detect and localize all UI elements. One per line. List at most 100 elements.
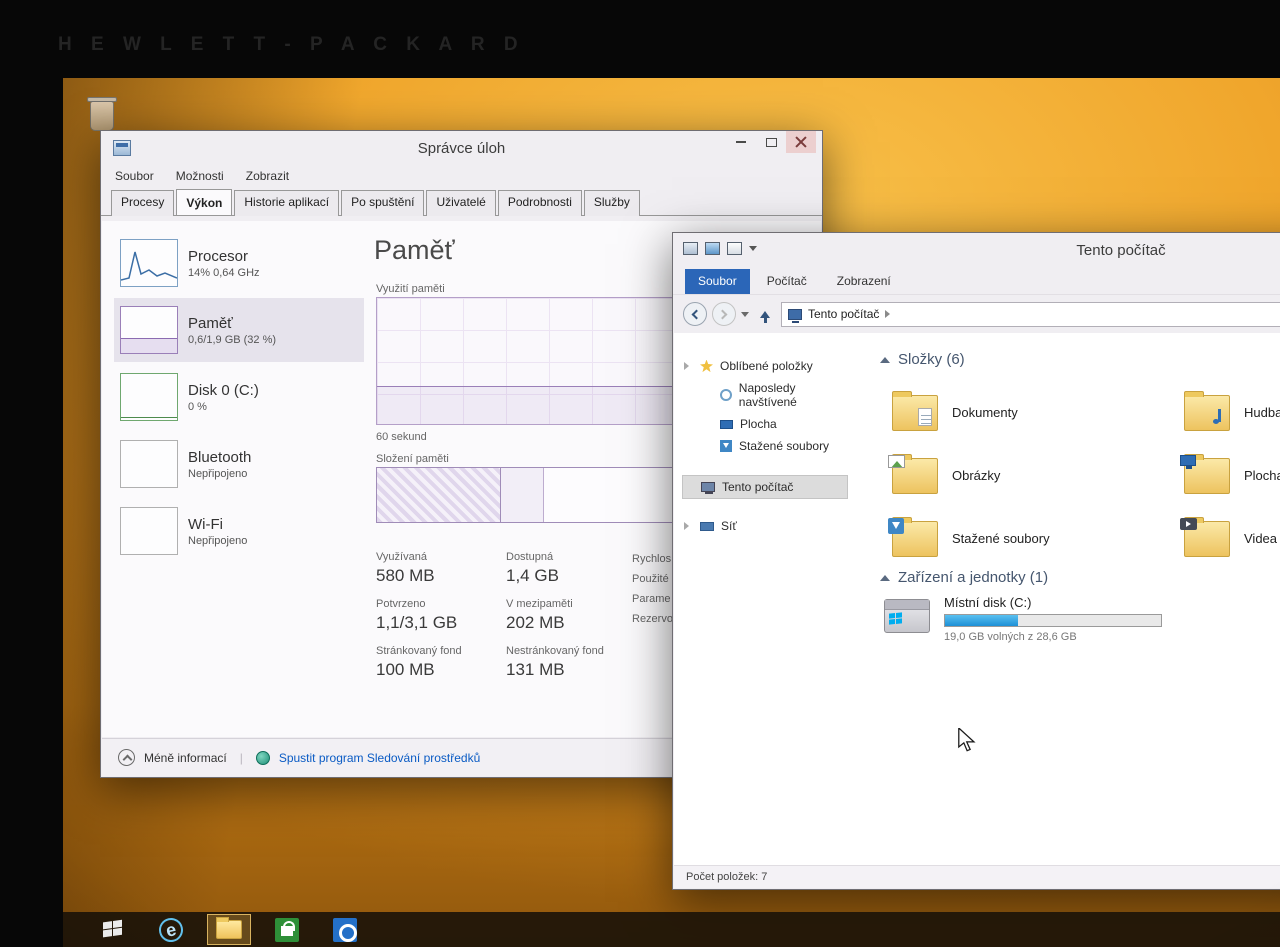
explorer-title: Tento počítač <box>1076 242 1165 259</box>
qat-dropdown-icon[interactable] <box>749 246 757 251</box>
open-resource-monitor-link[interactable]: Spustit program Sledování prostředků <box>279 751 480 765</box>
nav-item-this-pc[interactable]: Tento počítač <box>682 475 848 499</box>
ribbon-tab-soubor[interactable]: Soubor <box>685 269 750 294</box>
menu-zobrazit[interactable]: Zobrazit <box>246 169 289 183</box>
status-bar: Počet položek: 7 <box>674 865 1280 888</box>
nav-label: Síť <box>721 519 737 533</box>
nav-item-recent[interactable]: Naposledy navštívené <box>674 377 854 413</box>
downloads-icon <box>720 440 732 452</box>
maximize-button[interactable] <box>756 131 786 153</box>
desktop-overlay-icon <box>1180 455 1196 466</box>
download-overlay-icon <box>888 518 904 534</box>
memory-stats-grid: Využívaná580 MB Dostupná1,4 GB Potvrzeno… <box>376 551 656 680</box>
qat-new-folder-icon[interactable] <box>727 242 742 255</box>
sidebar-item-detail: Nepřipojeno <box>188 535 247 547</box>
nav-label: Tento počítač <box>722 480 793 494</box>
taskbar-item-store[interactable] <box>265 914 309 945</box>
taskbar-item-file-explorer[interactable] <box>207 914 251 945</box>
internet-explorer-icon: e <box>157 915 185 943</box>
group-header-label: Zařízení a jednotky (1) <box>898 569 1048 586</box>
memory-graph-thumbnail <box>120 306 178 354</box>
folder-icon-videos <box>1184 521 1230 557</box>
recycle-bin-icon[interactable] <box>87 93 117 133</box>
footer-divider: | <box>240 751 243 765</box>
taskbar: e <box>63 912 1280 947</box>
hw-label: Rezervo <box>632 613 673 633</box>
explorer-titlebar[interactable]: Tento počítač <box>673 233 1280 269</box>
drive-name: Místní disk (C:) <box>944 595 1162 610</box>
nav-favorites-header[interactable]: Oblíbené položky <box>674 355 854 377</box>
tab-procesy[interactable]: Procesy <box>111 190 174 216</box>
tab-sluzby[interactable]: Služby <box>584 190 640 216</box>
back-icon <box>692 309 702 319</box>
ribbon-tab-zobrazeni[interactable]: Zobrazení <box>824 269 904 294</box>
folder-icon-desktop <box>1184 458 1230 494</box>
sidebar-item-procesor[interactable]: Procesor 14% 0,64 GHz <box>114 231 364 295</box>
hw-label: Rychlos <box>632 553 673 573</box>
tab-podrobnosti[interactable]: Podrobnosti <box>498 190 582 216</box>
tab-historie-aplikaci[interactable]: Historie aplikací <box>234 190 339 216</box>
address-toolbar: Tento počítač <box>673 295 1280 333</box>
nav-label: Oblíbené položky <box>720 359 813 373</box>
performance-sidebar: Procesor 14% 0,64 GHz Paměť 0,6/1,9 GB (… <box>114 231 364 566</box>
collapse-chevron-icon[interactable] <box>118 749 135 766</box>
network-icon <box>700 522 714 531</box>
tab-uzivatele[interactable]: Uživatelé <box>426 190 495 216</box>
collapse-triangle-icon <box>880 575 890 581</box>
menu-soubor[interactable]: Soubor <box>115 169 154 183</box>
folder-item-hudba[interactable]: Hudba <box>1184 381 1280 444</box>
wifi-graph-thumbnail <box>120 507 178 555</box>
close-button[interactable] <box>786 131 816 153</box>
sidebar-item-detail: 0 % <box>188 401 259 413</box>
address-bar[interactable]: Tento počítač <box>781 302 1280 327</box>
memory-composition-label: Složení paměti <box>376 453 449 465</box>
sidebar-item-pamet[interactable]: Paměť 0,6/1,9 GB (32 %) <box>114 298 364 362</box>
recent-places-icon <box>720 389 732 401</box>
up-button[interactable] <box>754 303 776 325</box>
sidebar-item-wifi[interactable]: Wi-Fi Nepřipojeno <box>114 499 364 563</box>
nav-item-network[interactable]: Síť <box>674 515 854 537</box>
expand-triangle-icon <box>684 362 689 370</box>
folder-label: Videa <box>1244 531 1277 546</box>
disk-graph-thumbnail <box>120 373 178 421</box>
ribbon-tab-pocitac[interactable]: Počítač <box>754 269 820 294</box>
folders-group-header[interactable]: Složky (6) <box>880 351 965 368</box>
qat-properties-icon[interactable] <box>705 242 720 255</box>
file-explorer-icon <box>216 920 242 939</box>
taskbar-item-internet-explorer[interactable]: e <box>149 914 193 945</box>
nav-item-desktop[interactable]: Plocha <box>674 413 854 435</box>
address-chevron-icon[interactable] <box>885 310 890 318</box>
folder-item-dokumenty[interactable]: Dokumenty <box>892 381 1184 444</box>
taskbar-item-photos[interactable] <box>323 914 367 945</box>
minimize-button[interactable] <box>726 131 756 153</box>
sidebar-item-disk[interactable]: Disk 0 (C:) 0 % <box>114 365 364 429</box>
folder-item-plocha[interactable]: Plocha <box>1184 444 1280 507</box>
history-dropdown-icon[interactable] <box>741 312 749 317</box>
hard-drive-icon <box>884 599 930 633</box>
folder-icon-pictures <box>892 458 938 494</box>
desktop-icon <box>720 420 733 429</box>
menu-moznosti[interactable]: Možnosti <box>176 169 224 183</box>
sidebar-item-bluetooth[interactable]: Bluetooth Nepřipojeno <box>114 432 364 496</box>
less-info-button[interactable]: Méně informací <box>144 751 227 765</box>
forward-button[interactable] <box>712 302 736 326</box>
group-header-label: Složky (6) <box>898 351 965 368</box>
folder-item-videa[interactable]: Videa <box>1184 507 1280 570</box>
drive-free-space: 19,0 GB volných z 28,6 GB <box>944 631 1162 643</box>
tab-po-spusteni[interactable]: Po spuštění <box>341 190 424 216</box>
address-computer-icon <box>788 309 802 320</box>
stat-value: 580 MB <box>376 566 506 586</box>
devices-group-header[interactable]: Zařízení a jednotky (1) <box>880 569 1048 586</box>
cpu-graph-thumbnail <box>120 239 178 287</box>
drive-item-c[interactable]: Místní disk (C:) 19,0 GB volných z 28,6 … <box>884 595 1162 643</box>
folder-item-obrazky[interactable]: Obrázky <box>892 444 1184 507</box>
task-manager-titlebar[interactable]: Správce úloh <box>101 131 822 167</box>
start-button[interactable] <box>91 914 135 945</box>
nav-item-downloads[interactable]: Stažené soubory <box>674 435 854 457</box>
tab-vykon[interactable]: Výkon <box>176 189 232 215</box>
back-button[interactable] <box>683 302 707 326</box>
qat-computer-icon[interactable] <box>683 242 698 255</box>
folder-item-stazene-soubory[interactable]: Stažené soubory <box>892 507 1184 570</box>
sidebar-item-name: Disk 0 (C:) <box>188 382 259 399</box>
windows-logo-icon <box>889 612 902 624</box>
